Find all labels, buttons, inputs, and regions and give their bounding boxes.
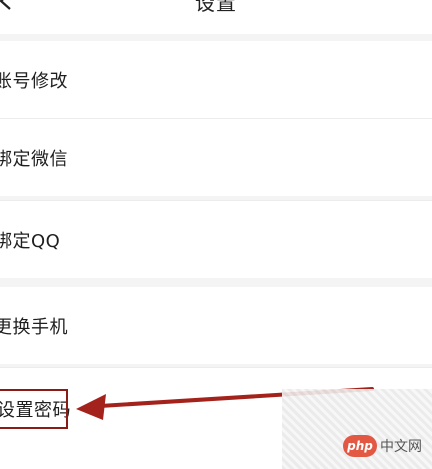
highlight-box — [0, 389, 68, 429]
watermark-logo: php 中文网 — [343, 435, 422, 457]
watermark: php 中文网 — [282, 389, 432, 469]
page-title: 设置 — [195, 0, 237, 15]
watermark-text: 中文网 — [380, 439, 422, 455]
settings-item-label: 绑定微信 — [0, 148, 68, 170]
settings-item-label: 更换手机 — [0, 316, 68, 338]
settings-item-label: 绑定QQ — [0, 230, 61, 252]
settings-item-label: 账号修改 — [0, 70, 68, 92]
settings-item-account-edit[interactable]: 账号修改 — [0, 41, 432, 118]
settings-item-bind-qq[interactable]: 绑定QQ — [0, 201, 432, 278]
header-bar: 设置 — [0, 0, 432, 34]
settings-item-change-phone[interactable]: 更换手机 — [0, 287, 432, 364]
settings-item-bind-wechat[interactable]: 绑定微信 — [0, 119, 432, 196]
php-logo-icon: php — [343, 435, 377, 457]
settings-page: 设置 账号修改 绑定微信 绑定QQ 更换手机 设置密码 php 中文网 — [0, 0, 432, 469]
section-gap — [0, 278, 432, 287]
